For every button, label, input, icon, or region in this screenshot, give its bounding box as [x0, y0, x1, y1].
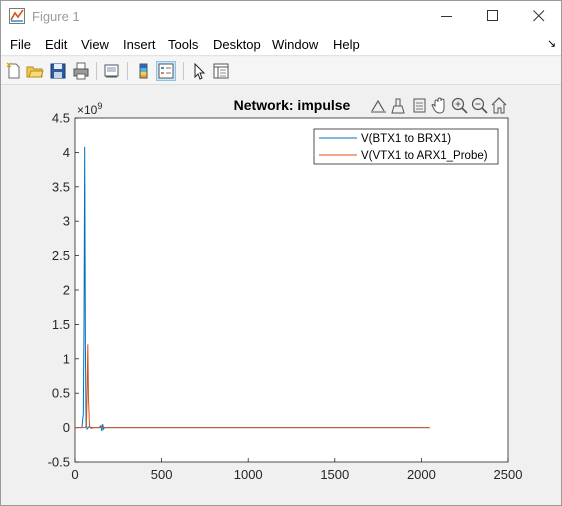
y-tick-label: 4 [63, 145, 70, 160]
x-tick-label: 2000 [407, 467, 436, 482]
toolbar-separator [183, 62, 184, 80]
open-button[interactable] [25, 61, 45, 81]
x-tick-label: 2500 [494, 467, 523, 482]
y-tick-label: 2.5 [52, 248, 70, 263]
figure-toolbar [1, 57, 561, 85]
export-icon[interactable] [371, 99, 386, 113]
y-tick-label: 2 [63, 283, 70, 298]
pan-icon[interactable] [431, 97, 445, 114]
y-axis: -0.5 0 0.5 1 1.5 2 2.5 3 3.5 4 4.5 [48, 111, 79, 470]
matlab-icon [9, 8, 25, 24]
toolbar-separator [127, 62, 128, 80]
exponent-base: ×10 [77, 103, 98, 117]
colorbar-icon [139, 63, 148, 79]
legend[interactable]: V(BTX1 to BRX1) V(VTX1 to ARX1_Probe) [313, 128, 499, 165]
minimize-icon [441, 16, 452, 17]
y-tick-label: 1.5 [52, 317, 70, 332]
menu-help[interactable]: Help [333, 37, 360, 52]
axes-toolbar [371, 97, 507, 114]
y-tick-label: 3.5 [52, 179, 70, 194]
close-icon [533, 10, 545, 22]
y-tick-label: 3 [63, 214, 70, 229]
colorbar-button[interactable] [134, 61, 154, 81]
maximize-icon [487, 10, 498, 21]
legend-button[interactable] [156, 61, 176, 81]
minimize-button[interactable] [424, 1, 470, 32]
legend-icon [158, 63, 174, 79]
menu-file[interactable]: File [10, 37, 31, 52]
save-button[interactable] [48, 61, 68, 81]
open-icon [26, 66, 44, 78]
figure-canvas[interactable]: -0.5 0 0.5 1 1.5 2 2.5 3 3.5 4 4.5 0 500 1000 1500 200… [1, 86, 561, 505]
menu-bar: File Edit View Insert Tools Desktop Wind… [1, 32, 561, 56]
toolbar-separator [96, 62, 97, 80]
exponent-label: ×109 [77, 101, 102, 117]
link-plot-button[interactable] [102, 61, 122, 81]
legend-label-series1: V(BTX1 to BRX1) [361, 133, 451, 145]
menu-desktop[interactable]: Desktop [213, 37, 261, 52]
new-figure-button[interactable] [4, 61, 24, 81]
pointer-icon [194, 62, 206, 80]
y-tick-label: 0 [63, 420, 70, 435]
menu-overflow-icon[interactable]: ↘ [547, 37, 556, 50]
chart-title: Network: impulse [234, 97, 351, 113]
chart-svg: -0.500.511.522.533.544.5 0 500 1000 1500 200… [48, 97, 523, 482]
y-tick-label: 4.5 [52, 111, 70, 126]
close-button[interactable] [516, 1, 562, 32]
menu-view[interactable]: View [81, 37, 109, 52]
property-inspector-icon [213, 63, 229, 79]
x-tick-label: 0 [71, 467, 78, 482]
link-plot-icon [104, 64, 119, 78]
figure-window: Figure 1 File Edit View Insert Tools Des… [0, 0, 562, 506]
y-tick-label: 0.5 [52, 386, 70, 401]
zoom-in-icon[interactable] [451, 97, 468, 114]
pointer-button[interactable] [189, 61, 209, 81]
title-bar[interactable]: Figure 1 [1, 1, 561, 32]
menu-tools[interactable]: Tools [168, 37, 198, 52]
y-tick-label: 1 [63, 351, 70, 366]
window-title: Figure 1 [32, 9, 80, 24]
x-tick-label: 1000 [234, 467, 263, 482]
print-icon [73, 62, 89, 80]
exponent-power: 9 [97, 101, 102, 111]
plot-area[interactable] [74, 117, 509, 463]
menu-insert[interactable]: Insert [123, 37, 156, 52]
property-inspector-button[interactable] [211, 61, 231, 81]
y-tick-label: -0.5 [48, 455, 70, 470]
save-icon [50, 63, 66, 79]
brush-icon[interactable] [391, 98, 405, 114]
zoom-out-icon[interactable] [471, 97, 488, 114]
menu-edit[interactable]: Edit [45, 37, 67, 52]
x-tick-label: 1500 [320, 467, 349, 482]
x-tick-label: 500 [151, 467, 173, 482]
home-icon[interactable] [491, 97, 507, 114]
legend-label-series2: V(VTX1 to ARX1_Probe) [361, 150, 488, 162]
maximize-button[interactable] [470, 1, 516, 32]
data-tips-icon[interactable] [413, 98, 426, 113]
new-figure-icon [6, 62, 20, 79]
print-button[interactable] [71, 61, 91, 81]
menu-window[interactable]: Window [272, 37, 318, 52]
